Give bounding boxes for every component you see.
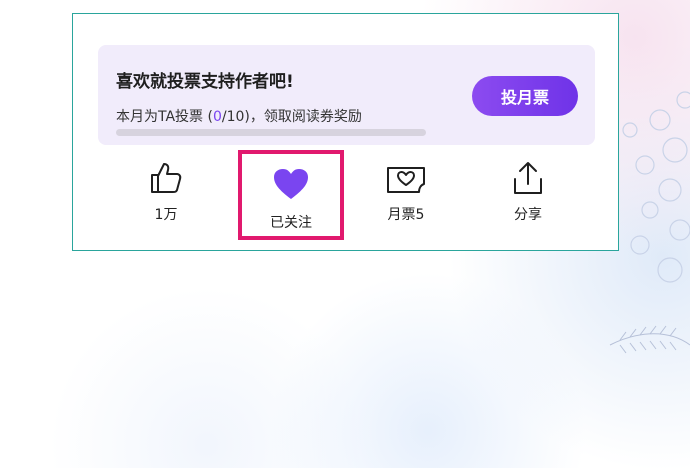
share-icon (510, 156, 546, 196)
follow-button[interactable]: 已关注 (238, 150, 344, 240)
share-button[interactable]: 分享 (478, 154, 578, 238)
follow-status-label: 已关注 (270, 215, 312, 231)
like-count: 1万 (154, 207, 178, 223)
subtitle-prefix: 本月为TA投票 ( (116, 109, 213, 125)
monthly-ticket-count: 月票5 (387, 207, 425, 223)
support-card: 喜欢就投票支持作者吧! 本月为TA投票 (0/10)，领取阅读券奖励 投月票 1… (72, 13, 619, 251)
share-label: 分享 (514, 207, 542, 223)
thumbs-up-icon (148, 156, 184, 196)
heart-icon (273, 160, 309, 200)
votes-current: 0 (212, 109, 222, 125)
monthly-ticket-button[interactable]: 月票5 (356, 154, 456, 238)
vote-panel: 喜欢就投票支持作者吧! 本月为TA投票 (0/10)，领取阅读券奖励 投月票 (98, 45, 595, 145)
vote-progress-bar (116, 129, 426, 136)
monthly-ticket-icon (386, 156, 426, 196)
subtitle-suffix: /10)，领取阅读券奖励 (221, 109, 362, 125)
vote-panel-title: 喜欢就投票支持作者吧! (116, 72, 294, 92)
action-bar: 1万 已关注 月票5 分享 (73, 150, 618, 244)
vote-monthly-ticket-button[interactable]: 投月票 (472, 76, 578, 116)
like-button[interactable]: 1万 (116, 154, 216, 238)
vote-panel-subtitle: 本月为TA投票 (0/10)，领取阅读券奖励 (116, 106, 362, 126)
